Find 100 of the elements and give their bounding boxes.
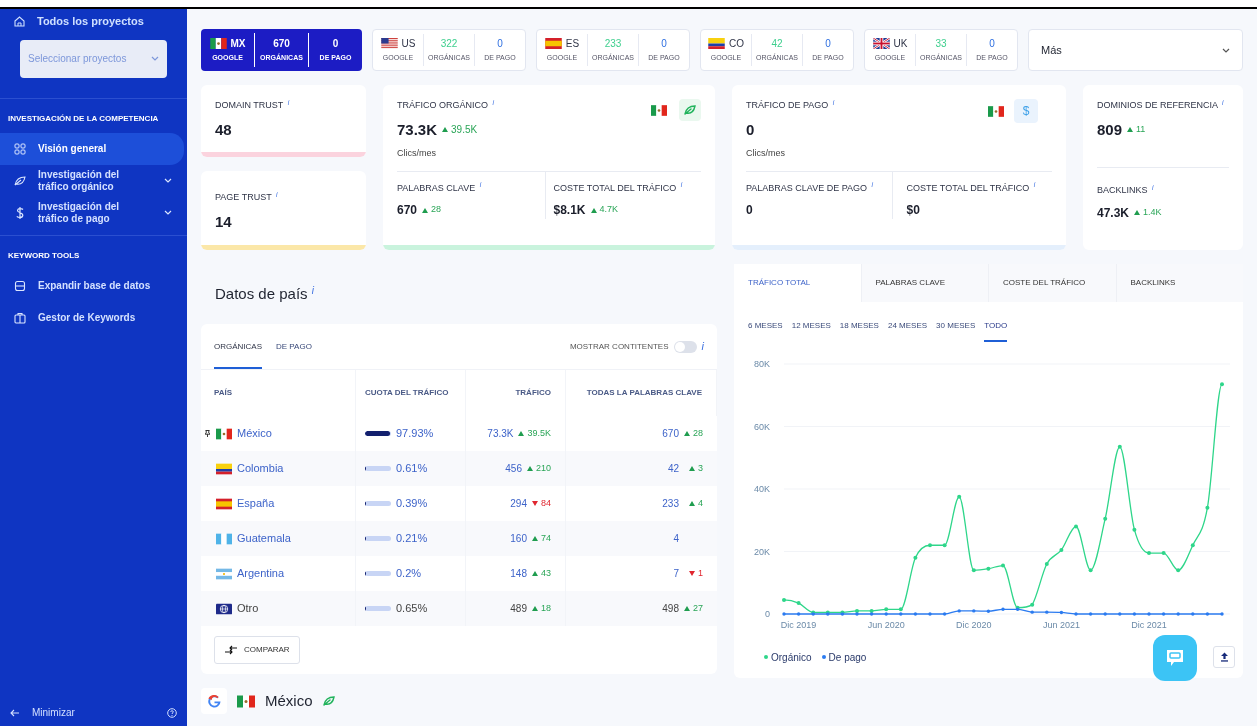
nav-item[interactable]: Gestor de Keywords	[0, 301, 184, 334]
toggle-label: MOSTRAR CONTITENTES	[569, 340, 669, 353]
pin-icon[interactable]	[204, 430, 210, 437]
data-point	[796, 601, 801, 606]
data-point	[972, 609, 976, 613]
change-value: 1.4K	[1143, 205, 1162, 219]
leaf-icon	[14, 175, 26, 186]
change-value: 28	[431, 203, 442, 217]
change-value: 3	[698, 461, 703, 475]
legend-label: De pago	[828, 650, 867, 665]
flag-icon	[872, 38, 890, 50]
data-point	[1117, 444, 1122, 449]
data-point	[1132, 527, 1137, 532]
tab[interactable]: COSTE DEL TRÁFICO	[988, 264, 1116, 302]
share-value: 0.61%	[396, 461, 428, 477]
data-point	[928, 543, 932, 548]
flag-icon	[216, 462, 232, 475]
data-point	[1205, 505, 1210, 510]
period-tab[interactable]: 30 MESES	[936, 320, 976, 342]
data-point	[1103, 612, 1107, 616]
change-value: 11	[1136, 123, 1146, 136]
arrow-left-icon	[10, 708, 20, 717]
keywords-value: 4	[673, 532, 679, 546]
metric-value: 670	[397, 202, 418, 219]
data-point	[1161, 551, 1166, 556]
chevron-down-icon	[1222, 47, 1230, 53]
flag-icon	[237, 694, 255, 708]
grid-icon	[14, 142, 26, 155]
period-tab[interactable]: 6 MESES	[748, 320, 783, 342]
metric-value: 73.3K	[397, 119, 438, 140]
home-icon	[14, 15, 25, 27]
unit-label: Clics/mes	[746, 147, 786, 160]
data-point	[913, 612, 918, 616]
metric-value: $0	[906, 202, 921, 219]
chat-icon	[1165, 648, 1185, 668]
upload-icon	[1219, 652, 1229, 662]
organic-count: 670	[273, 37, 290, 52]
data-point	[986, 609, 991, 613]
country-link[interactable]: Guatemala	[237, 530, 291, 547]
tab[interactable]: ORGÁNICAS	[214, 324, 262, 369]
period-tab[interactable]: TODO	[984, 320, 1008, 342]
metric-label: DOMINIOS DE REFERENCIA $^{i}$	[1097, 99, 1225, 112]
country-link[interactable]: México	[237, 425, 272, 442]
tab[interactable]: BACKLINKS	[1115, 264, 1243, 302]
project-select[interactable]: Seleccionar proyectos	[20, 39, 167, 78]
country-link[interactable]: Colombia	[237, 460, 284, 477]
compare-button[interactable]: COMPARAR	[214, 636, 300, 664]
keywords-value: 233	[662, 497, 679, 511]
globe-icon	[216, 602, 232, 615]
metric-value: 809	[1097, 119, 1123, 140]
y-axis-label: 40K	[754, 484, 770, 494]
data-point	[1045, 610, 1049, 614]
project-input[interactable]: Seleccionar proyectos	[28, 51, 143, 66]
change-value: 1	[698, 566, 703, 580]
period-tab[interactable]: 24 MESES	[887, 320, 928, 342]
metric-label: PALABRAS CLAVE $^{i}$	[397, 181, 483, 195]
period-tab[interactable]: 18 MESES	[839, 320, 879, 342]
y-axis-label: 20K	[754, 546, 770, 557]
swap-arrows-icon	[224, 645, 238, 655]
period-tab[interactable]: 12 MESES	[791, 320, 831, 342]
traffic-value: 160	[510, 532, 527, 546]
tab[interactable]: DE PAGO	[276, 324, 312, 369]
metric-label: DOMAIN TRUST $^{i}$	[215, 99, 291, 112]
change-value: 210	[535, 461, 551, 475]
data-point	[1118, 612, 1122, 616]
nav-item[interactable]: Visión general	[0, 132, 184, 165]
info-mark: i	[701, 339, 704, 355]
nav-item[interactable]: Investigación del tráfico de pago	[0, 196, 184, 229]
paid-count: 0	[661, 37, 667, 52]
more-select[interactable]: Más	[1028, 29, 1243, 71]
metric-value: 0	[746, 119, 756, 140]
keywords-value: 7	[673, 567, 679, 581]
change-value: 84	[541, 496, 551, 510]
help-icon[interactable]	[167, 707, 177, 718]
data-point	[1001, 563, 1005, 568]
paid-count: 0	[825, 37, 831, 52]
country-link[interactable]: España	[237, 495, 275, 512]
metric-label: COSTE TOTAL DEL TRÁFICO $^{i}$	[906, 181, 1037, 195]
traffic-value: 148	[510, 567, 527, 581]
data-point	[1074, 612, 1078, 616]
change-value: 28	[693, 426, 703, 440]
country-link[interactable]: Argentina	[237, 565, 285, 582]
share-value: 97.93%	[396, 426, 434, 442]
data-point	[957, 494, 962, 499]
metric-value: 48	[215, 119, 233, 140]
x-axis-label: Dic 2020	[956, 620, 992, 630]
location-name: México	[265, 690, 313, 711]
toggle-switch[interactable]	[673, 340, 697, 353]
leaf-icon	[684, 105, 696, 115]
traffic-value: 73.3K	[487, 427, 514, 441]
nav-item[interactable]: Investigación del tráfico orgánico	[0, 164, 184, 197]
minimize-link[interactable]: Minimizar	[10, 705, 75, 720]
data-point	[1059, 610, 1064, 615]
y-axis-label: 60K	[754, 421, 770, 432]
tab[interactable]: PALABRAS CLAVE	[860, 264, 988, 302]
change-value: 27	[693, 601, 703, 615]
all-projects-link[interactable]: Todos los proyectos	[0, 9, 187, 30]
nav-item[interactable]: Expandir base de datos	[0, 269, 184, 302]
export-button[interactable]	[1213, 646, 1235, 668]
data-point	[1205, 612, 1210, 616]
